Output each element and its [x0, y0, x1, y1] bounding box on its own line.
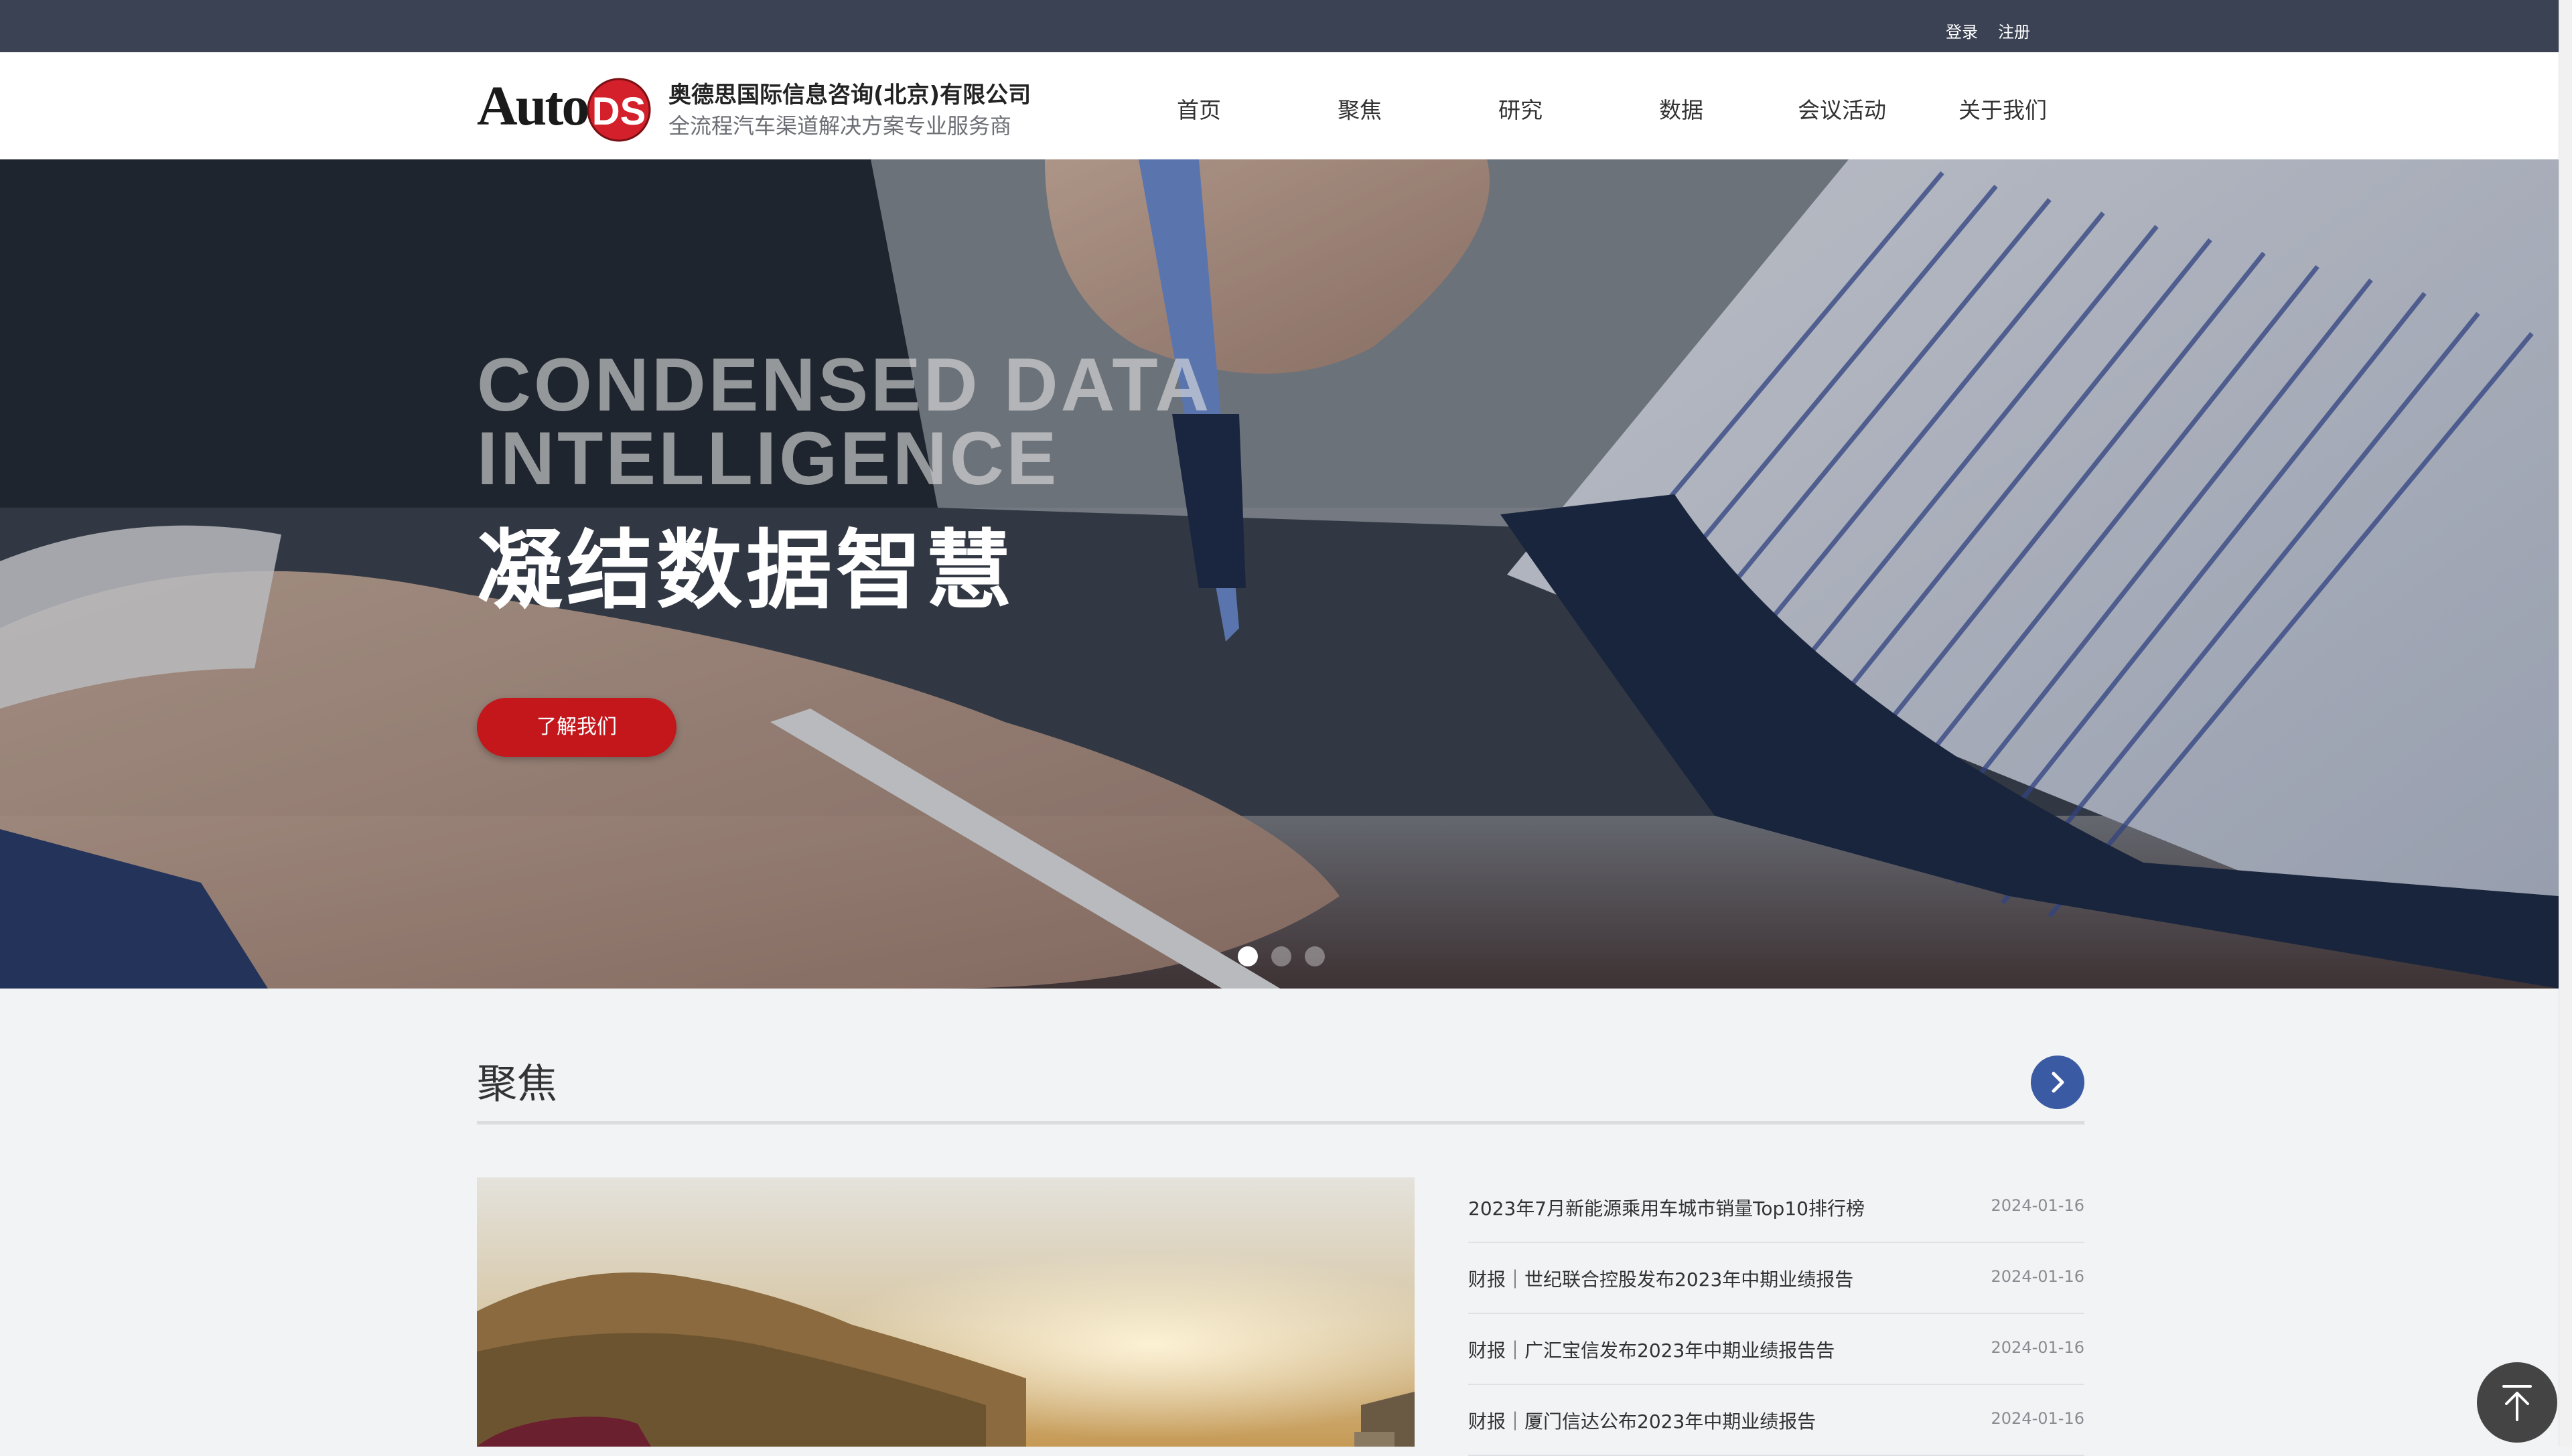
nav-focus[interactable]: 聚焦	[1299, 92, 1420, 125]
focus-news-list: 2023年7月新能源乘用车城市销量Top10排行榜 2024-01-16 财报｜…	[1468, 1172, 2084, 1456]
arrow-up-icon	[2502, 1385, 2532, 1421]
focus-more-button[interactable]	[2031, 1055, 2084, 1109]
hero-english-headline: CONDENSED DATA INTELLIGENCE	[477, 348, 1212, 496]
company-tagline: 全流程汽车渠道解决方案专业服务商	[668, 113, 1012, 139]
hero-banner: CONDENSED DATA INTELLIGENCE 凝结数据智慧 了解我们	[0, 159, 2559, 989]
hero-background-photo	[0, 159, 2559, 989]
hero-english-line-2: INTELLIGENCE	[477, 417, 1060, 500]
news-date: 2024-01-16	[1991, 1196, 2084, 1215]
top-utility-bar: 登录 注册	[0, 0, 2572, 52]
carousel-dot-3[interactable]	[1305, 946, 1325, 966]
register-link[interactable]: 注册	[1998, 19, 2030, 42]
carousel-indicators	[1238, 946, 1325, 966]
learn-more-button[interactable]: 了解我们	[477, 698, 676, 757]
carousel-dot-1[interactable]	[1238, 946, 1258, 966]
carousel-dot-2[interactable]	[1271, 946, 1291, 966]
site-header: Auto DS 奥德思国际信息咨询(北京)有限公司 全流程汽车渠道解决方案专业服…	[0, 52, 2559, 160]
hero-english-line-1: CONDENSED DATA	[477, 343, 1212, 427]
news-date: 2024-01-16	[1991, 1338, 2084, 1357]
focus-feature-image[interactable]	[477, 1177, 1415, 1447]
hero-chinese-headline: 凝结数据智慧	[477, 521, 1016, 621]
focus-section-title: 聚焦	[477, 1061, 557, 1108]
page-scrollbar[interactable]	[2559, 0, 2572, 1447]
svg-text:DS: DS	[592, 90, 646, 133]
news-title[interactable]: 财报｜世纪联合控股发布2023年中期业绩报告	[1468, 1265, 1853, 1292]
auth-links: 登录 注册	[1946, 19, 2030, 42]
nav-home[interactable]: 首页	[1139, 92, 1259, 125]
nav-about[interactable]: 关于我们	[1942, 92, 2063, 125]
company-name: 奥德思国际信息咨询(北京)有限公司	[668, 82, 1031, 108]
news-date: 2024-01-16	[1991, 1267, 2084, 1286]
car-sunset-photo	[477, 1177, 1415, 1447]
news-item[interactable]: 2023年7月新能源乘用车城市销量Top10排行榜 2024-01-16	[1468, 1172, 2084, 1243]
news-title[interactable]: 2023年7月新能源乘用车城市销量Top10排行榜	[1468, 1194, 1865, 1221]
svg-text:Auto: Auto	[477, 75, 587, 137]
news-item[interactable]: 财报｜广汇宝信发布2023年中期业绩报告告 2024-01-16	[1468, 1314, 2084, 1385]
section-divider	[477, 1121, 2084, 1124]
nav-data[interactable]: 数据	[1621, 92, 1741, 125]
news-item[interactable]: 财报｜世纪联合控股发布2023年中期业绩报告 2024-01-16	[1468, 1243, 2084, 1314]
chevron-right-icon	[2052, 1072, 2064, 1093]
nav-research[interactable]: 研究	[1460, 92, 1581, 125]
news-date: 2024-01-16	[1991, 1409, 2084, 1428]
news-title[interactable]: 财报｜广汇宝信发布2023年中期业绩报告告	[1468, 1336, 1835, 1363]
nav-events[interactable]: 会议活动	[1782, 92, 1902, 125]
news-title[interactable]: 财报｜厦门信达公布2023年中期业绩报告	[1468, 1407, 1816, 1434]
autods-logo[interactable]: Auto DS	[477, 72, 651, 142]
login-link[interactable]: 登录	[1946, 19, 1978, 42]
back-to-top-button[interactable]	[2477, 1362, 2557, 1443]
news-item[interactable]: 财报｜厦门信达公布2023年中期业绩报告 2024-01-16	[1468, 1385, 2084, 1456]
